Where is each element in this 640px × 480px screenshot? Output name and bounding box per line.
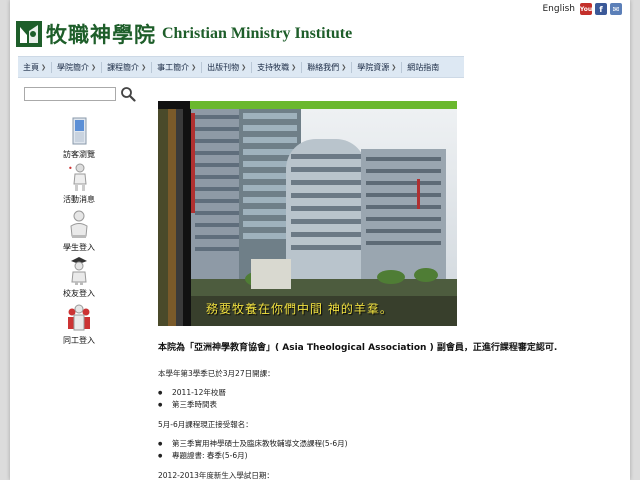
banner-strip — [176, 109, 183, 326]
page: English You f ✉ 牧職神學院 Christian Ministry… — [10, 0, 630, 480]
main-navigation: 主頁 ❯ 學院簡介 ❯ 課程簡介 ❯ 事工簡介 ❯ 出版刊物 ❯ 支持牧職 ❯ 聯絡我們 ❯ … — [18, 56, 464, 78]
sidebar-item-student-login[interactable]: 學生登入 — [44, 210, 114, 253]
nav-label: 事工簡介 — [157, 62, 190, 72]
nav-item-resources[interactable]: 學院資源 ❯ — [352, 62, 401, 73]
sidebar-item-label: 同工登入 — [63, 336, 95, 345]
chevron-icon: ❯ — [41, 63, 47, 71]
facebook-icon[interactable]: f — [595, 3, 607, 15]
entrance-exam-notice: 2012-2013年度新生入學試日期： — [158, 471, 274, 480]
nav-item-support[interactable]: 支持牧職 ❯ — [252, 62, 301, 73]
search-icon[interactable] — [120, 86, 136, 102]
search-input[interactable] — [24, 87, 116, 101]
site-title-english: Christian Ministry Institute — [162, 25, 353, 42]
sidebar-item-news[interactable]: • 活動消息 — [44, 162, 114, 205]
list-item[interactable]: 第三季實用神學碩士及臨床教牧輔導文憑課程(5-6月) — [158, 438, 598, 450]
list-item[interactable]: 專題證書: 春季(5-6月) — [158, 450, 598, 462]
email-icon[interactable]: ✉ — [610, 3, 622, 15]
list-item[interactable]: 第三季時間表 — [158, 399, 598, 411]
visitor-door-icon — [65, 117, 93, 147]
chevron-icon: ❯ — [341, 63, 347, 71]
youtube-icon[interactable]: You — [580, 3, 592, 15]
svg-text:•: • — [68, 164, 73, 173]
nav-label: 出版刊物 — [207, 62, 240, 72]
site-title-chinese: 牧職神學院 — [46, 22, 156, 47]
link-master-program[interactable]: 第三季實用神學碩士及臨床教牧輔導文憑課程(5-6月) — [172, 439, 348, 448]
banner-caption: 務要牧養在你們中間 神的羊羣。 — [206, 302, 393, 316]
link-academic-calendar[interactable]: 2011-12年校曆 — [172, 388, 226, 397]
top-bar: English You f ✉ — [543, 3, 622, 15]
main-content: 本院為「亞洲神學教育協會」( Asia Theological Associat… — [158, 340, 598, 480]
chevron-icon: ❯ — [191, 63, 197, 71]
sidebar-item-label: 訪客瀏覽 — [63, 150, 95, 159]
staff-group-icon — [65, 303, 93, 333]
nav-label: 主頁 — [23, 62, 39, 72]
nav-label: 聯絡我們 — [307, 62, 340, 72]
list-item[interactable]: 2011-12年校曆 — [158, 387, 598, 399]
sidebar-item-alumni-login[interactable]: 校友登入 — [44, 256, 114, 299]
nav-item-about[interactable]: 學院簡介 ❯ — [52, 62, 101, 73]
sidebar-item-staff-login[interactable]: 同工登入 — [44, 303, 114, 346]
campus-building-photo — [191, 109, 457, 326]
banner-strip — [183, 109, 191, 326]
term-links-list: 2011-12年校曆 第三季時間表 — [158, 387, 598, 411]
sidebar-item-label: 學生登入 — [63, 243, 95, 252]
nav-label: 支持牧職 — [257, 62, 290, 72]
nav-label: 學院簡介 — [57, 62, 90, 72]
institute-logo-icon — [16, 21, 42, 47]
banner-top-bar-dark — [158, 101, 190, 109]
chevron-icon: ❯ — [91, 63, 97, 71]
banner-strip — [158, 109, 168, 326]
student-person-icon — [65, 210, 93, 240]
sidebar-item-label: 活動消息 — [63, 195, 95, 204]
nav-item-sitemap[interactable]: 網站指南 — [402, 62, 444, 73]
link-topic-certificate[interactable]: 專題證書: 春季(5-6月) — [172, 451, 248, 460]
site-logo[interactable]: 牧職神學院 Christian Ministry Institute — [16, 18, 352, 50]
banner-slideshow[interactable]: 務要牧養在你們中間 神的羊羣。 — [158, 101, 457, 326]
nav-item-contact[interactable]: 聯絡我們 ❯ — [302, 62, 351, 73]
alumni-person-icon — [65, 256, 93, 286]
nav-item-home[interactable]: 主頁 ❯ — [18, 62, 51, 73]
banner-top-bar-green — [190, 101, 457, 109]
course-links-list: 第三季實用神學碩士及臨床教牧輔導文憑課程(5-6月) 專題證書: 春季(5-6月… — [158, 438, 598, 462]
nav-item-publications[interactable]: 出版刊物 ❯ — [202, 62, 251, 73]
link-term-timetable[interactable]: 第三季時間表 — [172, 400, 217, 409]
enrollment-notice: 5月-6月課程現正接受報名： — [158, 420, 253, 429]
chevron-icon: ❯ — [241, 63, 247, 71]
nav-label: 學院資源 — [357, 62, 390, 72]
chevron-icon: ❯ — [391, 63, 397, 71]
chevron-icon: ❯ — [291, 63, 297, 71]
sidebar-item-visitor[interactable]: 訪客瀏覽 — [44, 117, 114, 160]
english-language-link[interactable]: English — [543, 4, 576, 14]
news-person-icon: • — [65, 162, 93, 192]
nav-label: 課程簡介 — [107, 62, 140, 72]
chevron-icon: ❯ — [141, 63, 147, 71]
nav-item-courses[interactable]: 課程簡介 ❯ — [102, 62, 151, 73]
nav-item-ministry[interactable]: 事工簡介 ❯ — [152, 62, 201, 73]
term-start-notice: 本學年第3學季已於3月27日開課： — [158, 369, 275, 378]
sidebar-item-label: 校友登入 — [63, 289, 95, 298]
accreditation-announcement: 本院為「亞洲神學教育協會」( Asia Theological Associat… — [158, 343, 558, 353]
banner-strip — [168, 109, 176, 326]
nav-label: 網站指南 — [407, 62, 440, 72]
